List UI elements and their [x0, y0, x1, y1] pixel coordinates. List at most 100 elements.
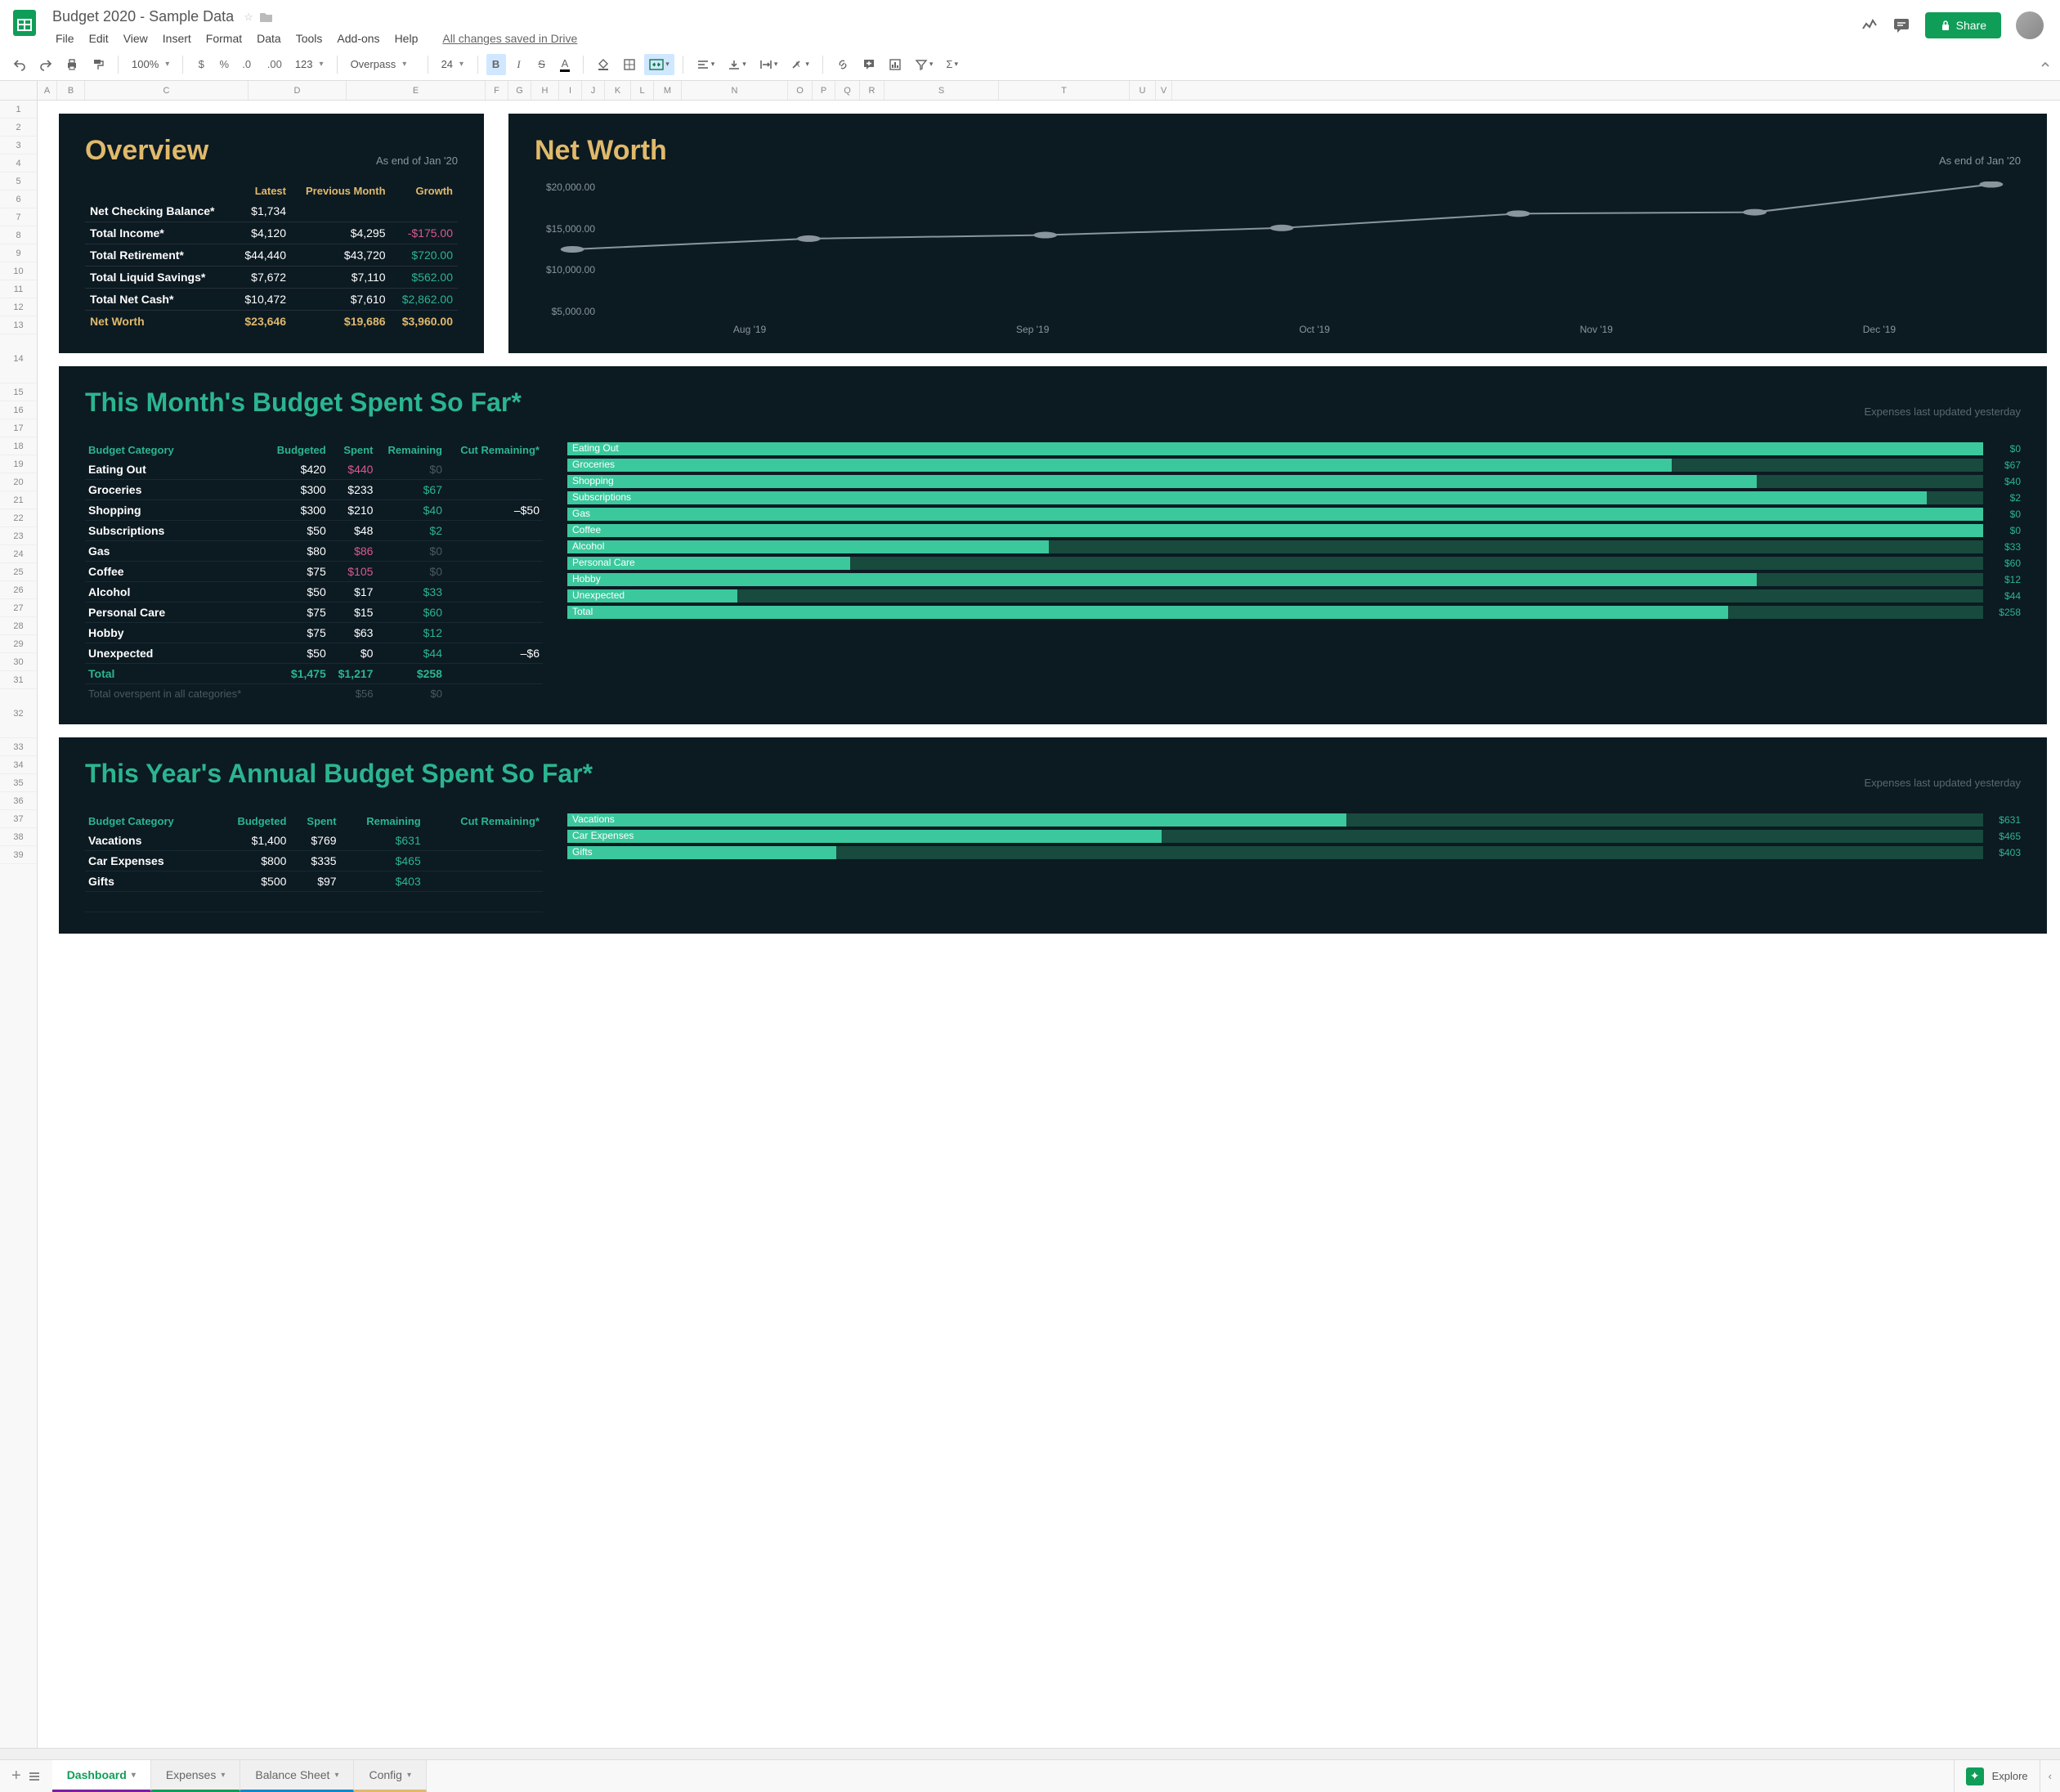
col-header[interactable]: D — [249, 81, 347, 100]
insert-comment-icon[interactable] — [858, 54, 880, 75]
fill-color-button[interactable] — [592, 54, 615, 75]
row-header[interactable]: 33 — [0, 738, 37, 756]
col-header[interactable]: L — [631, 81, 654, 100]
col-header[interactable]: T — [999, 81, 1130, 100]
wrap-button[interactable]: ▾ — [755, 54, 783, 75]
row-header[interactable]: 26 — [0, 581, 37, 599]
menu-help[interactable]: Help — [388, 29, 425, 48]
col-header[interactable]: S — [884, 81, 999, 100]
sheets-logo[interactable] — [8, 7, 41, 39]
move-folder-icon[interactable] — [260, 11, 273, 23]
explore-button[interactable]: ✦ Explore — [1954, 1760, 2040, 1792]
row-header[interactable]: 5 — [0, 172, 37, 190]
paint-format-icon[interactable] — [87, 54, 110, 75]
row-header[interactable]: 21 — [0, 491, 37, 509]
row-header[interactable]: 29 — [0, 635, 37, 653]
filter-icon[interactable]: ▾ — [910, 54, 938, 75]
menu-tools[interactable]: Tools — [289, 29, 329, 48]
format-more-select[interactable]: 123 — [290, 56, 329, 72]
zoom-select[interactable]: 100% — [127, 56, 174, 72]
strikethrough-button[interactable]: S — [532, 54, 552, 75]
print-icon[interactable] — [60, 54, 83, 75]
collapse-toolbar-icon[interactable] — [2039, 58, 2052, 71]
account-avatar[interactable] — [2016, 11, 2044, 39]
functions-icon[interactable]: Σ▾ — [941, 54, 963, 75]
row-header[interactable]: 2 — [0, 119, 37, 137]
row-header[interactable]: 9 — [0, 244, 37, 262]
col-header[interactable]: U — [1130, 81, 1156, 100]
col-header[interactable]: R — [860, 81, 884, 100]
row-header[interactable]: 1 — [0, 101, 37, 119]
col-header[interactable]: N — [682, 81, 788, 100]
row-header[interactable]: 19 — [0, 455, 37, 473]
rotate-button[interactable]: A▾ — [786, 54, 814, 75]
decrease-decimal-icon[interactable]: .0 — [237, 54, 258, 75]
row-header[interactable]: 34 — [0, 756, 37, 774]
drive-status[interactable]: All changes saved in Drive — [436, 29, 584, 48]
col-header[interactable]: A — [38, 81, 57, 100]
row-header[interactable]: 24 — [0, 545, 37, 563]
tab-scroll-left-icon[interactable]: ‹ — [2040, 1760, 2060, 1792]
row-header[interactable]: 17 — [0, 419, 37, 437]
sheet-tab-balance-sheet[interactable]: Balance Sheet▾ — [240, 1760, 354, 1792]
sheet-tab-config[interactable]: Config▾ — [354, 1760, 427, 1792]
row-header[interactable]: 10 — [0, 262, 37, 280]
add-sheet-icon[interactable]: + — [11, 1767, 21, 1785]
menu-view[interactable]: View — [117, 29, 154, 48]
col-header[interactable]: M — [654, 81, 682, 100]
increase-decimal-icon[interactable]: .00 — [262, 54, 287, 75]
row-header[interactable]: 25 — [0, 563, 37, 581]
merge-cells-button[interactable]: ▾ — [644, 54, 674, 75]
col-header[interactable]: Q — [835, 81, 860, 100]
row-header[interactable]: 13 — [0, 316, 37, 334]
activity-icon[interactable] — [1861, 17, 1878, 34]
menu-format[interactable]: Format — [199, 29, 249, 48]
row-header[interactable]: 39 — [0, 846, 37, 864]
row-header[interactable]: 30 — [0, 653, 37, 671]
undo-icon[interactable] — [8, 54, 31, 75]
row-header[interactable]: 31 — [0, 671, 37, 689]
row-header[interactable]: 27 — [0, 599, 37, 617]
bold-button[interactable]: B — [486, 54, 506, 75]
row-header[interactable]: 35 — [0, 774, 37, 792]
col-header[interactable]: B — [57, 81, 85, 100]
col-header[interactable]: P — [813, 81, 835, 100]
italic-button[interactable]: I — [509, 54, 529, 75]
row-header[interactable]: 7 — [0, 208, 37, 226]
row-header[interactable]: 18 — [0, 437, 37, 455]
comments-icon[interactable] — [1892, 16, 1910, 34]
row-header[interactable]: 4 — [0, 155, 37, 172]
halign-button[interactable]: ▾ — [692, 54, 720, 75]
link-icon[interactable] — [831, 54, 854, 75]
col-header[interactable]: H — [531, 81, 559, 100]
row-header[interactable]: 32 — [0, 689, 37, 738]
font-size-select[interactable]: 24 — [437, 56, 469, 72]
insert-chart-icon[interactable] — [884, 54, 907, 75]
row-header[interactable]: 16 — [0, 401, 37, 419]
star-icon[interactable]: ☆ — [244, 11, 253, 24]
share-button[interactable]: Share — [1925, 12, 2001, 38]
sheet-tab-dashboard[interactable]: Dashboard▾ — [52, 1760, 151, 1792]
col-header[interactable]: I — [559, 81, 582, 100]
select-all-corner[interactable] — [0, 81, 38, 100]
currency-icon[interactable]: $ — [191, 54, 211, 75]
percent-icon[interactable]: % — [214, 54, 234, 75]
col-header[interactable]: F — [486, 81, 508, 100]
font-select[interactable]: Overpass — [346, 56, 419, 72]
row-header[interactable]: 28 — [0, 617, 37, 635]
menu-edit[interactable]: Edit — [83, 29, 115, 48]
row-header[interactable]: 11 — [0, 280, 37, 298]
col-header[interactable]: O — [788, 81, 813, 100]
col-header[interactable]: C — [85, 81, 249, 100]
col-header[interactable]: J — [582, 81, 605, 100]
col-header[interactable]: G — [508, 81, 531, 100]
row-header[interactable]: 23 — [0, 527, 37, 545]
col-header[interactable]: V — [1156, 81, 1172, 100]
menu-add-ons[interactable]: Add-ons — [330, 29, 386, 48]
valign-button[interactable]: ▾ — [723, 54, 751, 75]
col-header[interactable]: E — [347, 81, 486, 100]
row-header[interactable]: 6 — [0, 190, 37, 208]
sheet-canvas[interactable]: Overview As end of Jan '20 LatestPreviou… — [38, 101, 2060, 1748]
borders-button[interactable] — [618, 54, 641, 75]
doc-title[interactable]: Budget 2020 - Sample Data — [49, 7, 237, 27]
